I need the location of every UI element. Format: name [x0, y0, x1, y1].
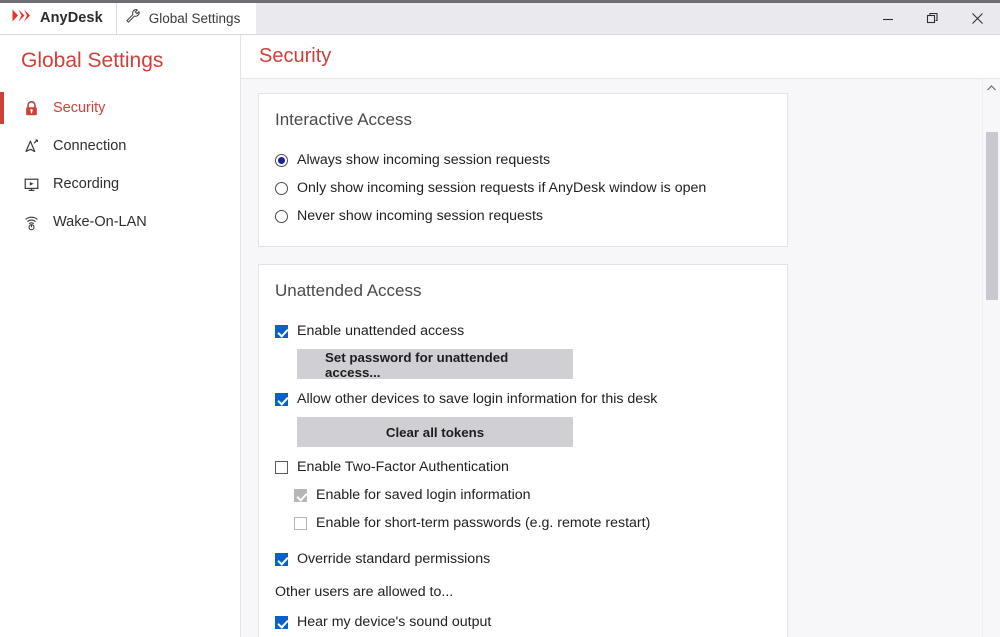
sidebar-item-label: Security: [53, 100, 106, 116]
sidebar-item-recording[interactable]: Recording: [0, 165, 240, 203]
sidebar-title: Global Settings: [21, 49, 164, 72]
minimize-button[interactable]: [865, 3, 910, 34]
checkbox-label: Enable for saved login information: [316, 486, 531, 503]
title-bar: AnyDesk Global Settings: [0, 0, 1000, 35]
panel-title: Interactive Access: [275, 110, 413, 129]
checkbox-hear-sound[interactable]: [275, 616, 288, 629]
scroll-up-button[interactable]: [983, 79, 1000, 96]
chevron-up-icon: [987, 84, 996, 90]
sidebar-item-label: Connection: [53, 138, 127, 154]
lock-icon: [22, 99, 41, 118]
close-icon: [972, 13, 983, 24]
checkbox-two-factor-short-term: [294, 517, 307, 530]
checkbox-enable-unattended[interactable]: [275, 325, 288, 338]
radio-row-always-show[interactable]: Always show incoming session requests: [275, 149, 769, 172]
checkbox-label: Enable unattended access: [297, 322, 465, 339]
radio-label: Always show incoming session requests: [297, 151, 551, 168]
tab-global-settings[interactable]: Global Settings: [115, 2, 257, 34]
panel-unattended-access: Unattended Access Enable unattended acce…: [258, 264, 788, 637]
sidebar-item-security[interactable]: Security: [0, 89, 240, 127]
checkbox-row-two-factor-short-term: Enable for short-term passwords (e.g. re…: [294, 512, 769, 535]
checkbox-row-allow-save-login[interactable]: Allow other devices to save login inform…: [275, 388, 769, 411]
checkbox-label: Enable Two-Factor Authentication: [297, 458, 509, 475]
monitor-play-icon: [22, 175, 41, 194]
sidebar-item-wake-on-lan[interactable]: Wake-On-LAN: [0, 203, 240, 241]
panel-title: Unattended Access: [275, 281, 422, 300]
clear-all-tokens-button[interactable]: Clear all tokens: [297, 417, 573, 447]
content-header: Security: [241, 35, 1000, 79]
permissions-intro-text: Other users are allowed to...: [275, 584, 454, 600]
tab-label: Global Settings: [148, 10, 241, 26]
minimize-icon: [882, 18, 893, 20]
radio-never-show[interactable]: [275, 210, 288, 223]
radio-row-only-when-open[interactable]: Only show incoming session requests if A…: [275, 177, 769, 200]
checkbox-row-override-permissions[interactable]: Override standard permissions: [275, 548, 769, 571]
app-shell: Global Settings Security Connection Reco…: [0, 35, 1000, 637]
checkbox-allow-save-login[interactable]: [275, 393, 288, 406]
app-brand: AnyDesk: [0, 2, 116, 34]
content-area: Security Interactive Access Always show …: [241, 35, 1000, 637]
vertical-scrollbar[interactable]: [982, 79, 1000, 637]
settings-scroll-area: Interactive Access Always show incoming …: [241, 79, 982, 637]
checkbox-row-hear-sound[interactable]: Hear my device's sound output: [275, 611, 769, 634]
checkbox-two-factor[interactable]: [275, 461, 288, 474]
wrench-icon: [125, 8, 141, 29]
checkbox-label: Enable for short-term passwords (e.g. re…: [316, 514, 651, 531]
radio-label: Never show incoming session requests: [297, 207, 544, 224]
wifi-power-icon: [22, 213, 41, 232]
sidebar: Global Settings Security Connection Reco…: [0, 35, 241, 637]
page-title: Security: [259, 45, 332, 67]
checkbox-label: Hear my device's sound output: [297, 613, 492, 630]
scrollbar-thumb[interactable]: [986, 132, 998, 300]
checkbox-label: Allow other devices to save login inform…: [297, 390, 658, 407]
sidebar-item-label: Wake-On-LAN: [53, 214, 147, 230]
restore-button[interactable]: [910, 3, 955, 34]
radio-label: Only show incoming session requests if A…: [297, 179, 707, 196]
cursor-arrow-icon: [22, 137, 41, 156]
window-controls: [865, 0, 1000, 34]
radio-only-when-open[interactable]: [275, 182, 288, 195]
close-button[interactable]: [955, 3, 1000, 34]
restore-icon: [926, 12, 938, 24]
checkbox-row-two-factor-saved-login: Enable for saved login information: [294, 484, 769, 507]
checkbox-override-permissions[interactable]: [275, 553, 288, 566]
panel-interactive-access: Interactive Access Always show incoming …: [258, 93, 788, 247]
sidebar-item-connection[interactable]: Connection: [0, 127, 240, 165]
checkbox-row-two-factor[interactable]: Enable Two-Factor Authentication: [275, 456, 769, 479]
sidebar-item-label: Recording: [53, 176, 120, 192]
checkbox-two-factor-saved-login: [294, 489, 307, 502]
app-brand-name: AnyDesk: [40, 10, 103, 26]
radio-row-never-show[interactable]: Never show incoming session requests: [275, 205, 769, 228]
checkbox-row-enable-unattended[interactable]: Enable unattended access: [275, 320, 769, 343]
checkbox-label: Override standard permissions: [297, 550, 491, 567]
anydesk-logo-icon: [11, 8, 33, 28]
set-password-button[interactable]: Set password for unattended access...: [297, 349, 573, 380]
radio-always-show[interactable]: [275, 154, 288, 167]
